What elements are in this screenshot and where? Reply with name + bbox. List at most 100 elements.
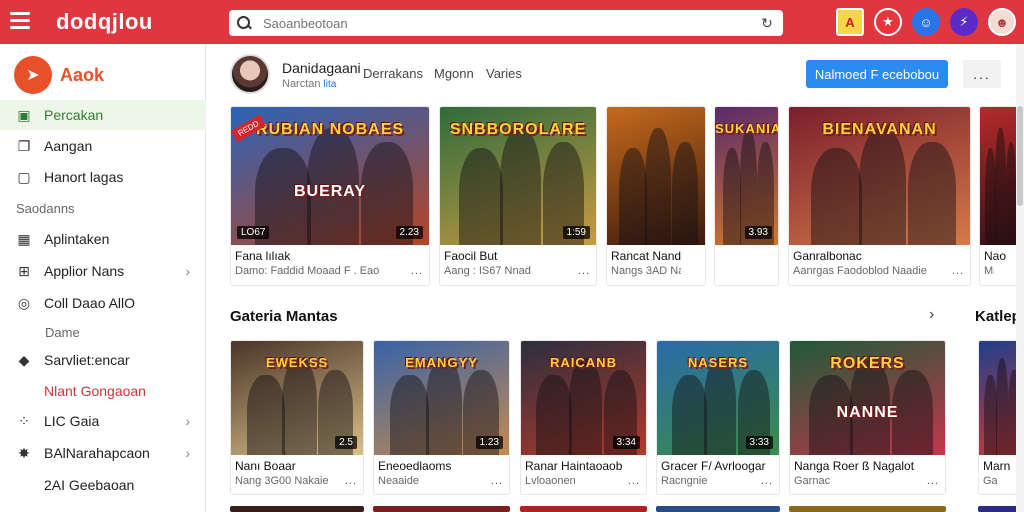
video-meta: Magn	[984, 265, 994, 277]
video-thumbnail[interactable]: EWEKSS 2.5	[231, 341, 363, 455]
bolt-icon[interactable]: ⚡	[950, 8, 978, 36]
library-icon: ❐	[17, 137, 31, 154]
channel-name[interactable]: Danidagaani	[282, 60, 361, 76]
video-card[interactable]: RAICANB 3:34 Ranar Haintaoaob Lvloaonen...	[520, 340, 647, 495]
chevron-right-icon: ›	[185, 445, 190, 461]
thumbnail-art-title: SUKANIAN	[715, 121, 778, 136]
video-thumbnail[interactable]	[607, 107, 705, 245]
video-thumbnail[interactable]: BIENAVANAN	[789, 107, 970, 245]
sidebar-logo[interactable]: ➤ Aaok	[14, 56, 104, 94]
sidebar-item-aplintaken[interactable]: ▦ Aplintaken	[0, 224, 206, 254]
video-card[interactable]: SUKANIAN 3.93	[714, 106, 779, 286]
tab-varies[interactable]: Varies	[486, 66, 522, 81]
card-menu-icon[interactable]: ...	[927, 475, 939, 487]
video-duration: 2.5	[335, 436, 357, 449]
video-title[interactable]: Eneoedlaoms	[378, 459, 507, 473]
sidebar-item-lic[interactable]: ⁘ LIC Gaia ›	[0, 406, 206, 436]
home-icon: ▣	[17, 106, 31, 123]
video-thumbnail[interactable]	[980, 107, 1018, 245]
sidebar-item-label: Coll Daao AllO	[44, 295, 136, 311]
game-icon[interactable]: A	[836, 8, 864, 36]
search-input[interactable]	[263, 15, 755, 31]
hamburger-icon[interactable]	[10, 12, 30, 30]
video-title[interactable]: Nanı Boaar	[235, 459, 361, 473]
scrollbar-thumb[interactable]	[1017, 106, 1023, 206]
video-title[interactable]: Ranar Haintaoaob	[525, 459, 644, 473]
card-menu-icon[interactable]: ...	[345, 475, 357, 487]
tab-mgonn[interactable]: Mgonn	[434, 66, 474, 81]
card-menu-icon[interactable]: ...	[578, 265, 590, 277]
video-title[interactable]: Fana lılıak	[235, 249, 427, 263]
video-card[interactable]: ROKERS NANNE Nanga Roer ß Nagalot Garnac...	[789, 340, 946, 495]
refresh-icon[interactable]: ↻	[755, 11, 779, 35]
video-card[interactable]: Rancat Nand Nangs 3AD Naldie	[606, 106, 706, 286]
chevron-right-icon[interactable]: ›	[929, 306, 934, 324]
video-thumbnail[interactable]: RUBIAN NOBAES BUERAY REDD LO67 2.23	[231, 107, 429, 245]
sidebar-item-label: Sarvliet:encar	[44, 352, 130, 368]
thumbnail-figure	[500, 127, 542, 245]
video-title[interactable]: Nao	[984, 249, 1016, 263]
video-thumbnail[interactable]: SUKANIAN 3.93	[715, 107, 778, 245]
account-avatar[interactable]: ☻	[988, 8, 1016, 36]
channel-avatar[interactable]	[230, 54, 270, 94]
video-card[interactable]: Nao Magn	[979, 106, 1019, 286]
thumbnail-art-title: ROKERS	[830, 355, 905, 372]
video-card[interactable]: RUBIAN NOBAES BUERAY REDD LO67 2.23 Fana lılı…	[230, 106, 430, 286]
card-menu-icon[interactable]: ...	[411, 265, 423, 277]
video-duration: 1:59	[562, 226, 590, 239]
video-thumbnail[interactable]: RAICANB 3:34	[521, 341, 646, 455]
notifications-icon[interactable]: ★	[874, 8, 902, 36]
thumbnail-figure	[390, 375, 429, 455]
video-thumbnail[interactable]: EMANGYY 1.23	[374, 341, 509, 455]
sidebar-item-2ai[interactable]: 2AI Geebaoan	[0, 470, 206, 500]
next-row-thumbnail[interactable]	[520, 506, 647, 512]
video-thumbnail[interactable]: SNBBOROLARE 1:59	[440, 107, 596, 245]
card-menu-icon[interactable]: ...	[761, 475, 773, 487]
sidebar-item-applior[interactable]: ⊞ Applior Nans ›	[0, 256, 206, 286]
video-thumbnail[interactable]: NASERS 3:33	[657, 341, 779, 455]
sidebar-item-bal[interactable]: ✸ BAlNarahapcaon ›	[0, 438, 206, 468]
thumbnail-art-title: EMANGYY	[405, 355, 478, 370]
apps-icon: ▦	[17, 230, 31, 247]
thumbnail-figure	[645, 127, 671, 245]
thumbnail-figure	[1006, 141, 1017, 245]
thumbnail-figure	[984, 375, 997, 455]
sidebar-item-label: Percakan	[44, 107, 104, 123]
sidebar-item-hanort[interactable]: ▢ Hanort lagas	[0, 162, 206, 192]
video-card[interactable]: SNBBOROLARE 1:59 Faocil But Aang : IS67 Nna…	[439, 106, 597, 286]
sidebar-item-sarvliet[interactable]: ◆ Sarvliet:encar	[0, 345, 206, 375]
sidebar-item-coll[interactable]: ◎ Coll Daao AllO	[0, 288, 206, 318]
next-row-thumbnail[interactable]	[373, 506, 510, 512]
video-card[interactable]: BIENAVANAN Ganralbonac Aanrgas Faodoblod N…	[788, 106, 971, 286]
video-thumbnail[interactable]: ROKERS NANNE	[790, 341, 945, 455]
primary-action-button[interactable]: Nalmoed F ecebobou	[806, 60, 948, 88]
sidebar-item-nlant[interactable]: Nlant Gongaoan	[0, 376, 206, 406]
sidebar-item-percakan[interactable]: ▣ Percakan	[0, 100, 206, 130]
scrollbar[interactable]	[1016, 44, 1024, 512]
circle-icon: ◎	[17, 294, 31, 311]
video-card[interactable]: EWEKSS 2.5 Nanı Boaar Nang 3G00 Nakaie...	[230, 340, 364, 495]
video-title[interactable]: Nanga Roer ß Nagalot	[794, 459, 943, 473]
next-row-thumbnail[interactable]	[656, 506, 780, 512]
tab-derrakans[interactable]: Derrakans	[363, 66, 423, 81]
video-title[interactable]: Ganralbonac	[793, 249, 968, 263]
video-card[interactable]: EMANGYY 1.23 Eneoedlaoms Neaaide...	[373, 340, 510, 495]
sidebar-item-aangan[interactable]: ❐ Aangan	[0, 131, 206, 161]
next-row-thumbnail[interactable]	[230, 506, 364, 512]
video-duration: 1.23	[475, 436, 503, 449]
video-meta: Aang : IS67 Nnad	[444, 265, 531, 277]
next-row-thumbnail[interactable]	[789, 506, 946, 512]
video-title[interactable]: Rancat Nand	[611, 249, 703, 263]
video-title[interactable]: Faocil But	[444, 249, 594, 263]
video-meta: Racngnie	[661, 475, 708, 487]
video-card[interactable]: NASERS 3:33 Gracer F/ Avrloogar Racngnie...	[656, 340, 780, 495]
chat-icon[interactable]: ☺	[912, 8, 940, 36]
card-menu-icon[interactable]: ...	[491, 475, 503, 487]
card-menu-icon[interactable]: ...	[628, 475, 640, 487]
video-title[interactable]: Marn	[983, 459, 1020, 473]
more-options-button[interactable]: ...	[963, 60, 1001, 88]
video-title[interactable]: Gracer F/ Avrloogar	[661, 459, 777, 473]
brand-logo[interactable]: dodqjlou	[56, 9, 153, 35]
search-box[interactable]: ↻	[229, 10, 783, 36]
card-menu-icon[interactable]: ...	[952, 265, 964, 277]
